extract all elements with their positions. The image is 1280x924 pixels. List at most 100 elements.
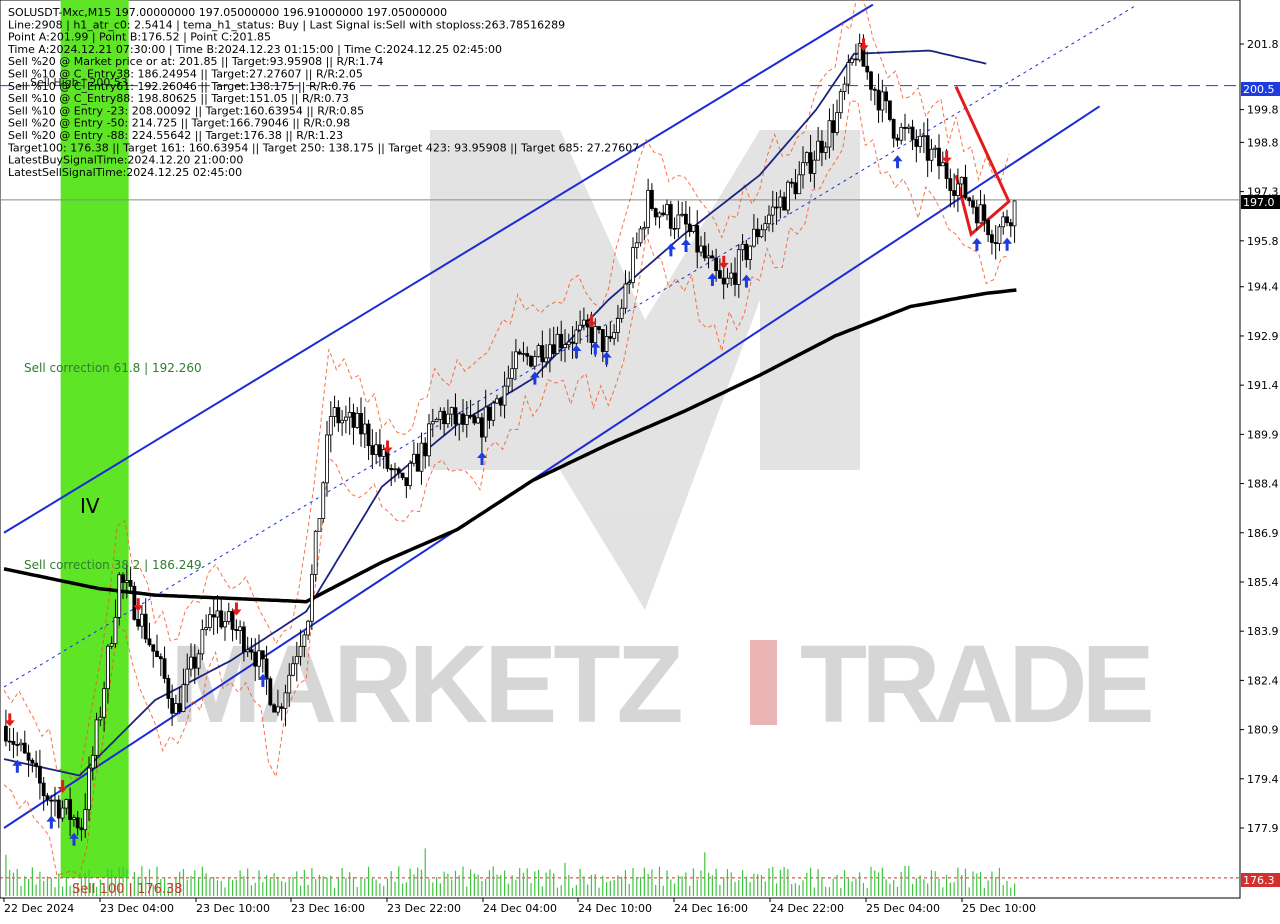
candle-body [608,336,613,339]
candle-body [98,716,103,721]
price-tag-high: 200.5 [1241,82,1280,96]
candle-body [816,140,821,161]
candle-body [903,126,907,129]
candle-body [974,206,979,224]
candle-body [22,742,27,754]
candle-body [275,706,280,713]
candle-body [876,89,881,111]
price-tick-label: 186.9 [1247,527,1279,540]
candle-body [113,616,118,645]
candle-body [668,204,673,229]
candle-body [574,329,579,344]
candle-body [842,83,847,92]
candle-body [79,827,84,831]
candle-body [774,206,779,209]
price-tick-label: 199.8 [1247,104,1279,117]
price-tick-label: 180.9 [1247,724,1279,737]
candle-body [940,162,945,167]
price-tick-label: 182.4 [1247,674,1279,687]
info-line: SOLUSDT-Mxc,M15 197.00000000 197.0500000… [8,6,447,19]
price-chart[interactable]: MARKETZ TRADE SOLUSDT-Mxc,M15 197.000000… [0,0,1280,920]
candle-body [147,638,152,646]
candle-body [906,126,911,129]
candle-body [918,135,923,147]
candle-body [612,332,617,339]
candle-body [158,656,163,660]
candle-body [506,377,511,387]
time-tick-label: 23 Dec 22:00 [387,902,461,915]
candle-body [11,741,16,745]
price-tag-bottom-text: 176.3 [1243,874,1275,887]
candle-body [464,414,469,425]
candle-body [427,423,431,457]
candle-body [555,333,560,355]
candle-body [706,255,711,259]
candle-body [487,406,492,421]
candle-body [453,407,458,425]
candle-body [642,227,647,230]
candle-body [34,762,39,767]
info-line: Sell %20 @ Market price or at: 201.85 ||… [8,55,383,68]
candle-body [514,351,518,370]
candle-body [929,148,934,161]
wave-label-iv: IV [80,494,100,518]
candle-body [495,398,499,404]
info-line: Sell %10 @ C_Entry88: 198.80625 || Targe… [8,92,349,105]
candle-body [245,649,250,653]
candle-body [880,91,885,111]
candle-body [234,629,239,631]
candle-body [121,574,125,583]
candle-body [419,442,424,472]
candle-body [725,277,730,285]
candle-body [578,324,583,331]
candle-body [922,135,926,138]
candle-body [260,650,265,660]
candle-body [831,120,836,133]
candle-body [332,407,337,417]
candle-body [53,799,57,802]
candle-body [64,799,69,809]
candle-body [49,799,54,802]
candle-body [910,126,915,140]
sell-correction-618-label: Sell correction 61.8 | 192.260 [24,361,202,375]
candle-body [374,444,379,455]
candle-body [336,407,341,424]
candle-body [967,197,972,202]
candle-body [993,242,998,244]
candle-body [653,208,658,218]
candle-body [812,159,817,174]
candle-body [536,345,541,358]
candle-body [87,767,91,811]
candle-body [449,407,454,415]
candle-body [804,152,809,164]
candle-body [891,119,896,139]
candle-body [430,421,435,425]
sell-correction-382-label: Sell correction 38.2 | 186.249 [24,558,202,572]
candle-body [423,442,428,457]
time-tick-label: 24 Dec 22:00 [770,902,844,915]
info-line: Target100: 176.38 || Target 161: 160.639… [7,141,639,154]
candle-body [461,413,465,425]
candle-body [699,245,703,253]
candle-body [136,618,141,627]
candle-body [661,212,666,216]
candle-body [321,482,326,519]
candle-body [676,214,681,230]
candle-body [566,341,571,346]
candle-body [328,416,333,436]
candle-body [415,453,420,472]
price-tick-label: 183.9 [1247,625,1279,638]
candle-body [41,782,46,797]
candle-body [223,621,227,628]
candle-body [846,62,851,85]
candle-body [797,174,802,195]
candle-body [650,189,654,209]
candle-body [253,651,258,667]
candle-body [733,272,737,285]
candle-body [238,626,243,631]
candle-body [404,477,409,487]
candle-body [982,204,987,221]
info-line: Line:2908 | h1_atr_c0: 2.5414 | tema_h1_… [8,18,565,31]
info-line: Sell %20 @ Entry -88: 224.55642 || Targe… [8,129,343,142]
time-tick-label: 24 Dec 04:00 [483,902,557,915]
